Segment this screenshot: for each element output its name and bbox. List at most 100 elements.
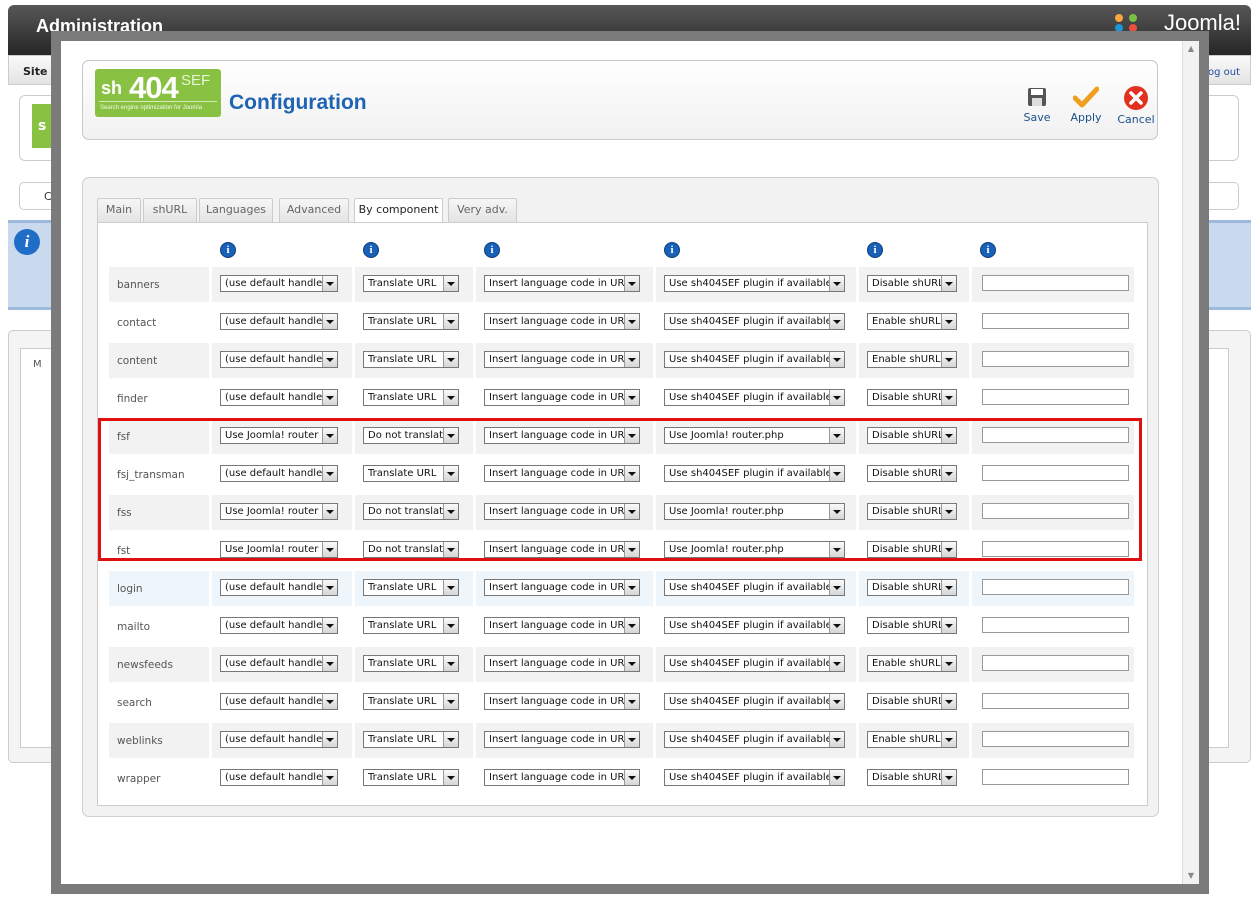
- dropdown-arrow-icon[interactable]: [322, 465, 337, 481]
- plugin-select[interactable]: Use sh404SEF plugin if available: [664, 578, 845, 596]
- info-icon[interactable]: i: [664, 242, 680, 258]
- dropdown-arrow-icon[interactable]: [829, 351, 844, 367]
- dropdown-arrow-icon[interactable]: [941, 351, 956, 367]
- shurl-select[interactable]: Disable shURL: [867, 578, 957, 596]
- dropdown-arrow-icon[interactable]: [322, 731, 337, 747]
- dropdown-arrow-icon[interactable]: [624, 503, 639, 519]
- dropdown-arrow-icon[interactable]: [624, 617, 639, 633]
- dropdown-arrow-icon[interactable]: [829, 693, 844, 709]
- component-text-input[interactable]: [982, 351, 1129, 367]
- dropdown-arrow-icon[interactable]: [941, 427, 956, 443]
- component-text-input[interactable]: [982, 769, 1129, 785]
- dropdown-arrow-icon[interactable]: [829, 275, 844, 291]
- dropdown-arrow-icon[interactable]: [829, 655, 844, 671]
- apply-button[interactable]: Apply: [1062, 85, 1110, 124]
- scroll-up-icon[interactable]: ▲: [1183, 41, 1199, 57]
- dropdown-arrow-icon[interactable]: [443, 503, 458, 519]
- translate-select[interactable]: Translate URL: [363, 578, 459, 596]
- language-select[interactable]: Insert language code in URL: [484, 540, 640, 558]
- shurl-select[interactable]: Enable shURL: [867, 654, 957, 672]
- language-select[interactable]: Insert language code in URL: [484, 616, 640, 634]
- dropdown-arrow-icon[interactable]: [443, 693, 458, 709]
- handler-select[interactable]: (use default handler): [220, 312, 338, 330]
- component-text-input[interactable]: [982, 389, 1129, 405]
- dropdown-arrow-icon[interactable]: [322, 617, 337, 633]
- language-select[interactable]: Insert language code in URL: [484, 654, 640, 672]
- dropdown-arrow-icon[interactable]: [829, 579, 844, 595]
- dropdown-arrow-icon[interactable]: [941, 275, 956, 291]
- dropdown-arrow-icon[interactable]: [829, 427, 844, 443]
- component-text-input[interactable]: [982, 579, 1129, 595]
- handler-select[interactable]: (use default handler): [220, 350, 338, 368]
- handler-select[interactable]: Use Joomla! router: [220, 426, 338, 444]
- component-text-input[interactable]: [982, 655, 1129, 671]
- tab-languages[interactable]: Languages: [199, 198, 273, 222]
- dropdown-arrow-icon[interactable]: [322, 541, 337, 557]
- dropdown-arrow-icon[interactable]: [624, 427, 639, 443]
- dropdown-arrow-icon[interactable]: [829, 465, 844, 481]
- language-select[interactable]: Insert language code in URL: [484, 312, 640, 330]
- plugin-select[interactable]: Use sh404SEF plugin if available: [664, 692, 845, 710]
- dropdown-arrow-icon[interactable]: [624, 351, 639, 367]
- dropdown-arrow-icon[interactable]: [941, 731, 956, 747]
- shurl-select[interactable]: Disable shURL: [867, 388, 957, 406]
- dropdown-arrow-icon[interactable]: [322, 427, 337, 443]
- info-icon[interactable]: i: [484, 242, 500, 258]
- info-icon[interactable]: i: [980, 242, 996, 258]
- shurl-select[interactable]: Disable shURL: [867, 768, 957, 786]
- handler-select[interactable]: Use Joomla! router: [220, 540, 338, 558]
- dropdown-arrow-icon[interactable]: [443, 465, 458, 481]
- plugin-select[interactable]: Use Joomla! router.php: [664, 426, 845, 444]
- translate-select[interactable]: Translate URL: [363, 274, 459, 292]
- language-select[interactable]: Insert language code in URL: [484, 730, 640, 748]
- plugin-select[interactable]: Use sh404SEF plugin if available: [664, 730, 845, 748]
- dropdown-arrow-icon[interactable]: [829, 617, 844, 633]
- scroll-down-icon[interactable]: ▼: [1183, 868, 1199, 884]
- language-select[interactable]: Insert language code in URL: [484, 274, 640, 292]
- component-text-input[interactable]: [982, 731, 1129, 747]
- component-text-input[interactable]: [982, 503, 1129, 519]
- component-text-input[interactable]: [982, 275, 1129, 291]
- dropdown-arrow-icon[interactable]: [624, 465, 639, 481]
- handler-select[interactable]: (use default handler): [220, 768, 338, 786]
- language-select[interactable]: Insert language code in URL: [484, 502, 640, 520]
- shurl-select[interactable]: Disable shURL: [867, 616, 957, 634]
- handler-select[interactable]: (use default handler): [220, 464, 338, 482]
- dropdown-arrow-icon[interactable]: [443, 579, 458, 595]
- dropdown-arrow-icon[interactable]: [829, 541, 844, 557]
- modal-scrollbar[interactable]: ▲ ▼: [1182, 41, 1199, 884]
- plugin-select[interactable]: Use sh404SEF plugin if available: [664, 274, 845, 292]
- dropdown-arrow-icon[interactable]: [322, 351, 337, 367]
- handler-select[interactable]: (use default handler): [220, 388, 338, 406]
- dropdown-arrow-icon[interactable]: [443, 351, 458, 367]
- plugin-select[interactable]: Use sh404SEF plugin if available: [664, 654, 845, 672]
- dropdown-arrow-icon[interactable]: [443, 731, 458, 747]
- shurl-select[interactable]: Enable shURL: [867, 312, 957, 330]
- handler-select[interactable]: (use default handler): [220, 274, 338, 292]
- dropdown-arrow-icon[interactable]: [941, 313, 956, 329]
- dropdown-arrow-icon[interactable]: [624, 275, 639, 291]
- shurl-select[interactable]: Disable shURL: [867, 692, 957, 710]
- handler-select[interactable]: (use default handler): [220, 692, 338, 710]
- dropdown-arrow-icon[interactable]: [941, 389, 956, 405]
- dropdown-arrow-icon[interactable]: [322, 769, 337, 785]
- plugin-select[interactable]: Use sh404SEF plugin if available: [664, 388, 845, 406]
- tab-advanced[interactable]: Advanced: [279, 198, 349, 222]
- dropdown-arrow-icon[interactable]: [443, 541, 458, 557]
- handler-select[interactable]: Use Joomla! router: [220, 502, 338, 520]
- language-select[interactable]: Insert language code in URL: [484, 388, 640, 406]
- shurl-select[interactable]: Disable shURL: [867, 274, 957, 292]
- language-select[interactable]: Insert language code in URL: [484, 768, 640, 786]
- translate-select[interactable]: Translate URL: [363, 692, 459, 710]
- dropdown-arrow-icon[interactable]: [941, 655, 956, 671]
- translate-select[interactable]: Translate URL: [363, 312, 459, 330]
- handler-select[interactable]: (use default handler): [220, 616, 338, 634]
- dropdown-arrow-icon[interactable]: [829, 389, 844, 405]
- plugin-select[interactable]: Use Joomla! router.php: [664, 540, 845, 558]
- dropdown-arrow-icon[interactable]: [322, 389, 337, 405]
- tab-very-adv[interactable]: Very adv.: [448, 198, 517, 222]
- shurl-select[interactable]: Enable shURL: [867, 730, 957, 748]
- language-select[interactable]: Insert language code in URL: [484, 464, 640, 482]
- plugin-select[interactable]: Use sh404SEF plugin if available: [664, 616, 845, 634]
- menu-site[interactable]: Site: [23, 65, 47, 78]
